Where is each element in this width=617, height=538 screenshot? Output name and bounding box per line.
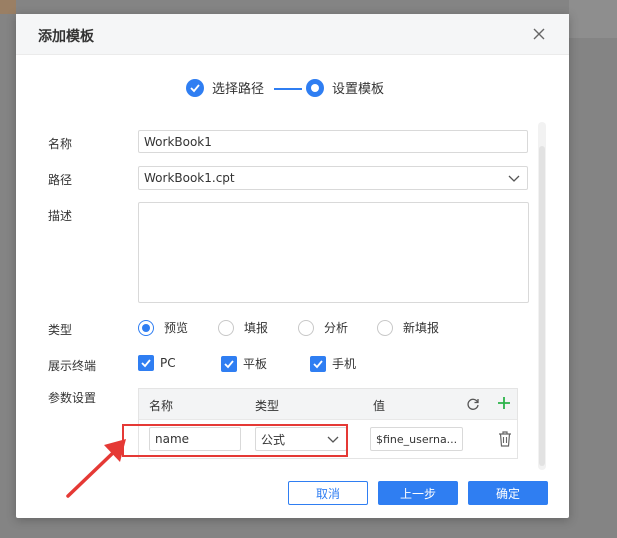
checkbox-checked-icon	[138, 355, 154, 371]
dialog-title: 添加模板	[38, 29, 94, 45]
name-input[interactable]: WorkBook1	[138, 130, 528, 153]
path-label: 路径	[48, 173, 73, 187]
terminal-label: 展示终端	[48, 359, 97, 373]
radio-label: 填报	[244, 321, 269, 335]
checkbox-label: 平板	[243, 357, 268, 371]
cancel-button[interactable]: 取消	[288, 481, 368, 505]
param-value-input[interactable]: $fine_userna...	[370, 427, 463, 451]
checkbox-label: 手机	[332, 357, 357, 371]
dialog-header: 添加模板	[16, 14, 569, 55]
type-radio-fill[interactable]: 填报	[218, 319, 268, 336]
name-input-value: WorkBook1	[144, 134, 212, 149]
params-label: 参数设置	[48, 391, 97, 405]
step-label: 设置模板	[332, 82, 385, 97]
step-label: 选择路径	[212, 82, 265, 97]
radio-selected-icon	[138, 319, 154, 336]
background-topright	[569, 0, 617, 38]
step-select-path: 选择路径	[186, 78, 264, 97]
type-radio-analysis[interactable]: 分析	[298, 319, 348, 336]
highlight-box	[122, 424, 348, 457]
checkbox-label: PC	[160, 356, 176, 370]
terminal-checkbox-pc[interactable]: PC	[138, 355, 176, 371]
scrollbar-thumb[interactable]	[539, 146, 545, 466]
terminal-checkbox-tablet[interactable]: 平板	[221, 355, 267, 372]
chevron-down-icon	[507, 171, 521, 188]
trash-icon[interactable]	[498, 431, 512, 451]
description-textarea[interactable]	[138, 202, 529, 303]
terminal-checkbox-mobile[interactable]: 手机	[310, 355, 356, 372]
checkbox-checked-icon	[221, 355, 237, 372]
param-value-text: $fine_userna...	[376, 432, 458, 446]
checkbox-checked-icon	[310, 355, 326, 372]
refresh-icon[interactable]	[466, 397, 480, 415]
confirm-button[interactable]: 确定	[468, 481, 548, 505]
column-header-name: 名称	[149, 399, 174, 413]
path-select-value: WorkBook1.cpt	[144, 171, 235, 185]
params-table-header: 名称 类型 值	[139, 389, 517, 419]
type-radio-preview[interactable]: 预览	[138, 319, 188, 336]
column-header-value: 值	[373, 399, 386, 413]
path-select[interactable]: WorkBook1.cpt	[138, 166, 528, 190]
column-header-type: 类型	[255, 399, 280, 413]
radio-label: 分析	[324, 321, 349, 335]
name-label: 名称	[48, 137, 73, 151]
type-radio-new-fill[interactable]: 新填报	[377, 319, 439, 336]
current-step-icon	[306, 78, 324, 97]
type-label: 类型	[48, 323, 73, 337]
annotation-arrow-icon	[66, 439, 126, 498]
add-icon[interactable]	[497, 396, 511, 414]
description-label: 描述	[48, 209, 73, 223]
check-icon	[186, 78, 204, 97]
step-connector	[274, 88, 302, 90]
radio-icon	[218, 319, 234, 336]
previous-step-button[interactable]: 上一步	[378, 481, 458, 505]
background-corner	[0, 0, 16, 14]
divider	[139, 419, 517, 420]
close-icon[interactable]	[529, 24, 549, 44]
radio-label: 新填报	[403, 321, 440, 335]
radio-icon	[377, 319, 393, 336]
radio-icon	[298, 319, 314, 336]
radio-label: 预览	[164, 321, 189, 335]
step-set-template: 设置模板	[306, 78, 384, 97]
